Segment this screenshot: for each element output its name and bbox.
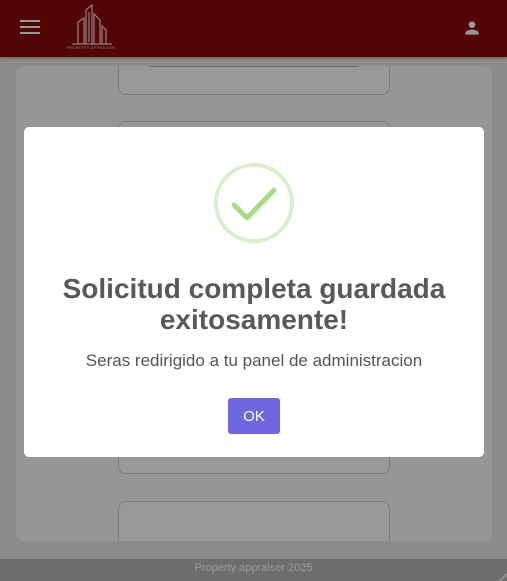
dialog-title: Solicitud completa guardada exitosamente…	[62, 273, 446, 335]
dialog-message: Seras redirigido a tu panel de administr…	[85, 351, 423, 370]
success-dialog: Solicitud completa guardada exitosamente…	[24, 127, 484, 457]
success-check-icon	[213, 162, 295, 244]
ok-button[interactable]: OK	[228, 398, 280, 434]
